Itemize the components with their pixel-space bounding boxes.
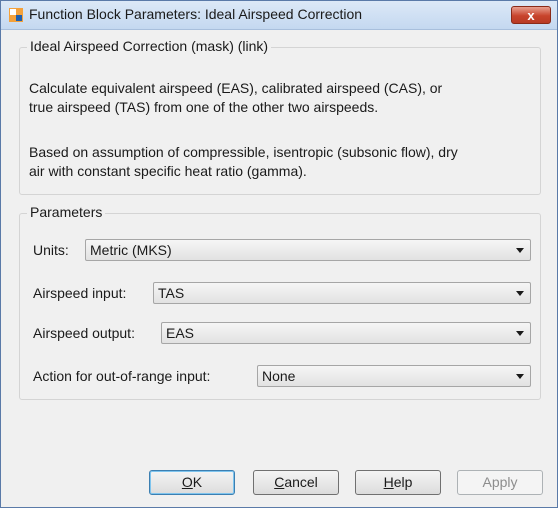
airspeed-output-label: Airspeed output: — [33, 325, 135, 341]
airspeed-output-value: EAS — [166, 325, 195, 341]
ok-button[interactable]: OK — [149, 470, 235, 495]
block-description-paragraph-2: Based on assumption of compressible, ise… — [29, 143, 539, 181]
description-line: Based on assumption of compressible, ise… — [29, 144, 458, 160]
airspeed-input-label: Airspeed input: — [33, 285, 127, 301]
help-label-rest: elp — [393, 474, 413, 490]
title-bar[interactable]: Function Block Parameters: Ideal Airspee… — [1, 1, 557, 30]
block-description-paragraph-1: Calculate equivalent airspeed (EAS), cal… — [29, 79, 539, 117]
airspeed-input-dropdown[interactable]: TAS — [153, 282, 531, 304]
units-dropdown[interactable]: Metric (MKS) — [85, 239, 531, 261]
description-line: air with constant specific heat ratio (g… — [29, 163, 307, 179]
description-line: true airspeed (TAS) from one of the othe… — [29, 99, 379, 115]
chevron-down-icon — [516, 331, 524, 336]
parameters-legend: Parameters — [27, 204, 106, 220]
units-value: Metric (MKS) — [90, 242, 172, 258]
cancel-label-rest: ancel — [284, 474, 318, 490]
chevron-down-icon — [516, 248, 524, 253]
out-of-range-value: None — [262, 368, 296, 384]
airspeed-input-value: TAS — [158, 285, 185, 301]
chevron-down-icon — [516, 374, 524, 379]
apply-button[interactable]: Apply — [457, 470, 543, 495]
help-button[interactable]: Help — [355, 470, 441, 495]
out-of-range-label: Action for out-of-range input: — [33, 368, 211, 384]
cancel-button[interactable]: Cancel — [253, 470, 339, 495]
close-icon: x — [527, 8, 535, 23]
units-label: Units: — [33, 242, 69, 258]
description-line: Calculate equivalent airspeed (EAS), cal… — [29, 80, 443, 96]
dialog-window: Function Block Parameters: Ideal Airspee… — [0, 0, 558, 508]
window-title: Function Block Parameters: Ideal Airspee… — [29, 6, 363, 22]
simulink-block-icon — [9, 8, 23, 22]
block-description-legend: Ideal Airspeed Correction (mask) (link) — [27, 38, 272, 54]
close-button[interactable]: x — [511, 6, 551, 24]
ok-label-rest: K — [192, 474, 203, 490]
ok-mnemonic: O — [181, 474, 193, 490]
out-of-range-dropdown[interactable]: None — [257, 365, 531, 387]
help-mnemonic: H — [383, 474, 394, 490]
chevron-down-icon — [516, 291, 524, 296]
cancel-mnemonic: C — [274, 474, 285, 490]
apply-label: Apply — [482, 474, 518, 490]
airspeed-output-dropdown[interactable]: EAS — [161, 322, 531, 344]
